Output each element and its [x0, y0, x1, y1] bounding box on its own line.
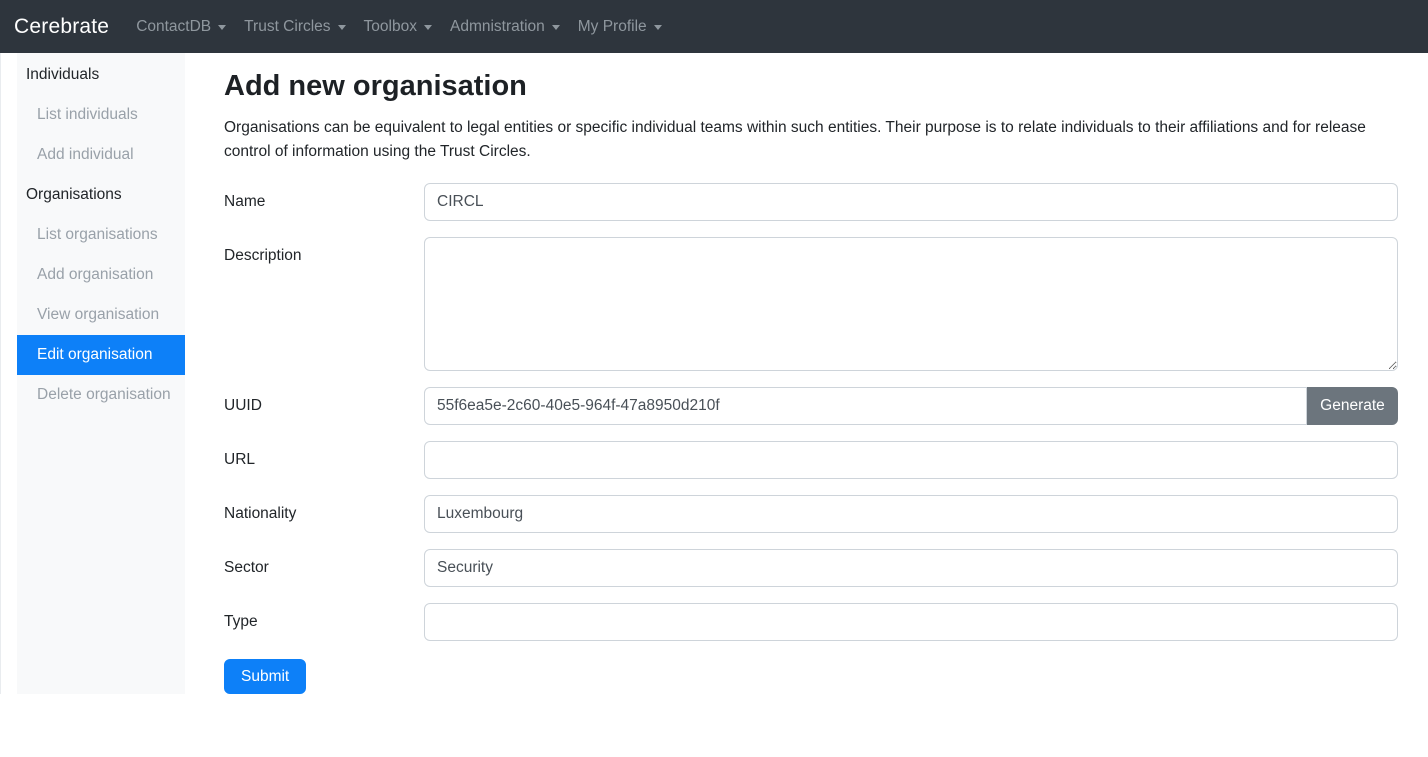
nav-item-toolbox[interactable]: Toolbox — [355, 10, 441, 44]
nav-item-label: Admnistration — [450, 18, 545, 36]
form-row-name: Name — [224, 183, 1398, 221]
sidebar-item-list-organisations[interactable]: List organisations — [17, 215, 185, 255]
submit-button[interactable]: Submit — [224, 659, 306, 694]
sidebar-gutter — [0, 53, 17, 694]
nationality-input[interactable] — [424, 495, 1398, 533]
nav-item-trust-circles[interactable]: Trust Circles — [235, 10, 354, 44]
sidebar-item-list-individuals[interactable]: List individuals — [17, 95, 185, 135]
chevron-down-icon — [338, 25, 346, 30]
page-layout: Individuals List individuals Add individ… — [0, 53, 1428, 694]
app-brand[interactable]: Cerebrate — [14, 15, 109, 39]
type-label: Type — [224, 603, 424, 632]
sector-label: Sector — [224, 549, 424, 578]
form-row-url: URL — [224, 441, 1398, 479]
organisation-form: Name Description UUID Generate URL — [224, 183, 1398, 694]
nav-item-contactdb[interactable]: ContactDB — [127, 10, 235, 44]
chevron-down-icon — [424, 25, 432, 30]
form-row-description: Description — [224, 237, 1398, 371]
form-row-sector: Sector — [224, 549, 1398, 587]
url-input[interactable] — [424, 441, 1398, 479]
nav-item-label: ContactDB — [136, 18, 211, 36]
nav-item-label: Toolbox — [364, 18, 417, 36]
form-row-type: Type — [224, 603, 1398, 641]
app-navbar: Cerebrate ContactDB Trust Circles Toolbo… — [0, 0, 1428, 53]
nav-item-label: Trust Circles — [244, 18, 330, 36]
page-title: Add new organisation — [224, 70, 1398, 103]
name-label: Name — [224, 183, 424, 212]
sidebar: Individuals List individuals Add individ… — [17, 53, 185, 694]
description-label: Description — [224, 237, 424, 266]
sidebar-item-add-individual[interactable]: Add individual — [17, 135, 185, 175]
sidebar-item-organisations[interactable]: Organisations — [17, 175, 185, 215]
name-input[interactable] — [424, 183, 1398, 221]
url-label: URL — [224, 441, 424, 470]
chevron-down-icon — [552, 25, 560, 30]
sidebar-item-view-organisation[interactable]: View organisation — [17, 295, 185, 335]
sidebar-item-add-organisation[interactable]: Add organisation — [17, 255, 185, 295]
nav-item-administration[interactable]: Admnistration — [441, 10, 569, 44]
sidebar-item-delete-organisation[interactable]: Delete organisation — [17, 375, 185, 415]
type-input[interactable] — [424, 603, 1398, 641]
generate-uuid-button[interactable]: Generate — [1307, 387, 1398, 425]
description-textarea[interactable] — [424, 237, 1398, 371]
form-row-uuid: UUID Generate — [224, 387, 1398, 425]
nav-item-label: My Profile — [578, 18, 647, 36]
uuid-label: UUID — [224, 387, 424, 416]
sector-input[interactable] — [424, 549, 1398, 587]
nationality-label: Nationality — [224, 495, 424, 524]
main-content: Add new organisation Organisations can b… — [185, 53, 1428, 694]
chevron-down-icon — [654, 25, 662, 30]
page-description: Organisations can be equivalent to legal… — [224, 116, 1398, 164]
chevron-down-icon — [218, 25, 226, 30]
sidebar-item-individuals[interactable]: Individuals — [17, 55, 185, 95]
nav-item-my-profile[interactable]: My Profile — [569, 10, 671, 44]
uuid-input[interactable] — [424, 387, 1307, 425]
form-row-nationality: Nationality — [224, 495, 1398, 533]
sidebar-item-edit-organisation[interactable]: Edit organisation — [17, 335, 185, 375]
